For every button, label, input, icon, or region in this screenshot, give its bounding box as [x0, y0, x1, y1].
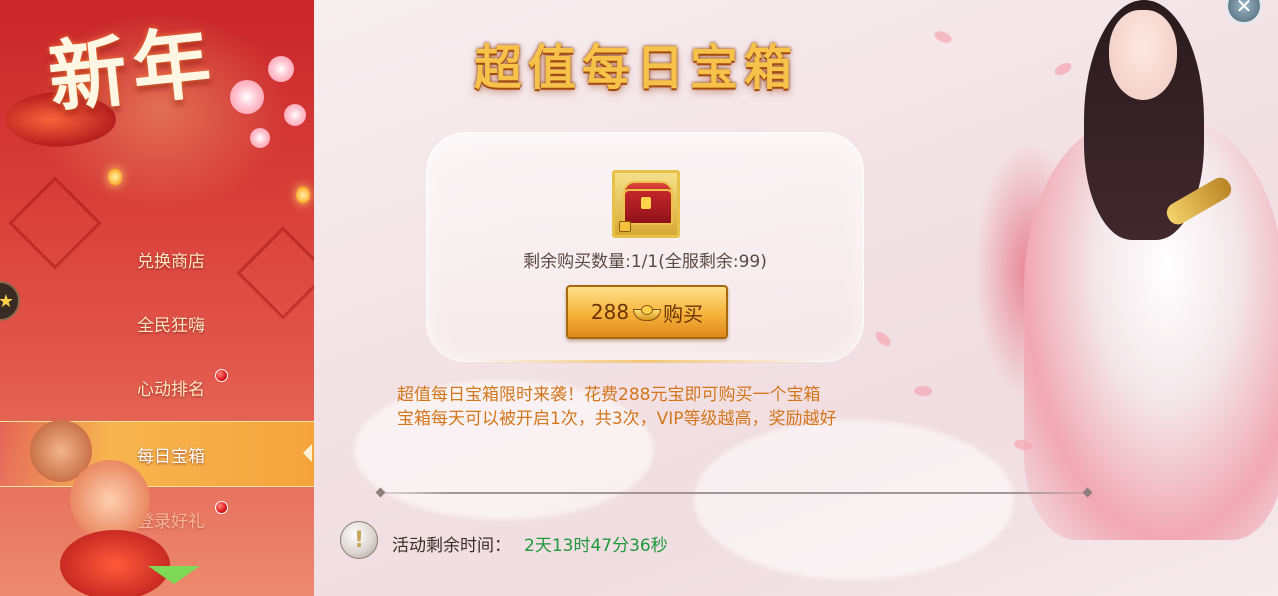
- petal-decoration: [932, 28, 954, 46]
- sidebar-item-exchange-shop[interactable]: 兑换商店: [0, 227, 314, 291]
- chest-clasp: [641, 197, 651, 209]
- petal-decoration: [913, 384, 933, 398]
- blossom-decoration: [268, 56, 294, 82]
- timer-label: 活动剩余时间：: [392, 536, 511, 556]
- child-decoration: [70, 460, 150, 540]
- notification-dot: [215, 369, 228, 382]
- character-illustration: [974, 0, 1278, 596]
- sidebar-item-label: 兑换商店: [137, 251, 205, 272]
- buy-label: 购买: [663, 301, 704, 326]
- sidebar-item-label: 每日宝箱: [137, 446, 205, 467]
- lantern-decoration: [108, 168, 122, 186]
- description-line: 宝箱每天可以被开启1次，共3次，VIP等级越高，奖励越好: [397, 409, 837, 429]
- lantern-decoration: [296, 186, 310, 204]
- notification-dot: [215, 501, 228, 514]
- timer-value: 2天13时47分36秒: [524, 536, 668, 556]
- blossom-decoration: [230, 80, 264, 114]
- divider: [380, 492, 1090, 494]
- sidebar-item-carnival[interactable]: 全民狂嗨: [0, 291, 314, 355]
- lock-icon: [619, 221, 631, 232]
- remaining-count: 剩余购买数量:1/1(全服剩余:99): [523, 252, 767, 272]
- sidebar: 新年 兑换商店 全民狂嗨 心动排名 每日宝箱 登录好礼: [0, 0, 314, 596]
- exclamation-icon: !: [340, 521, 378, 559]
- scroll-down-arrow-icon[interactable]: [148, 566, 200, 584]
- active-pointer-icon: [303, 444, 312, 462]
- sidebar-item-ranking[interactable]: 心动排名: [0, 355, 314, 419]
- banner-title: 新年: [44, 16, 221, 125]
- sidebar-item-label: 心动排名: [137, 379, 205, 400]
- buy-button[interactable]: 288 购买: [566, 285, 728, 339]
- sidebar-item-label: 全民狂嗨: [137, 315, 205, 336]
- page-title: 超值每日宝箱: [474, 40, 799, 96]
- blossom-decoration: [284, 104, 306, 126]
- character-face: [1109, 10, 1177, 100]
- description-line: 超值每日宝箱限时来袭！花费288元宝即可购买一个宝箱: [397, 385, 821, 405]
- child-decoration: [60, 530, 170, 596]
- treasure-chest-item[interactable]: [612, 170, 680, 238]
- blossom-decoration: [250, 128, 270, 148]
- buy-price: 288: [590, 300, 630, 324]
- main-panel: 超值每日宝箱 剩余购买数量:1/1(全服剩余:99) 288 购买 超值每日宝箱…: [314, 0, 1278, 596]
- card-shine: [467, 360, 823, 363]
- sidebar-item-login-gift[interactable]: 登录好礼: [0, 487, 314, 551]
- petal-decoration: [873, 328, 893, 350]
- gold-ingot-icon: [633, 305, 662, 321]
- cloud-decoration: [694, 420, 1014, 580]
